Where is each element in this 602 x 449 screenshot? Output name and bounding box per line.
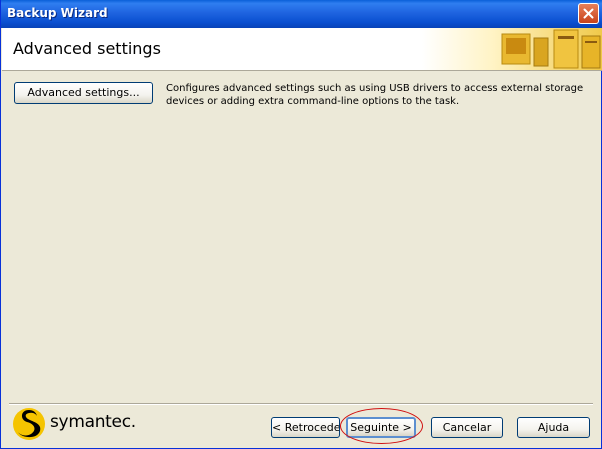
wizard-header: Advanced settings [2, 28, 602, 71]
help-button[interactable]: Ajuda [517, 417, 590, 438]
description-line-1: Configures advanced settings such as usi… [166, 83, 584, 94]
backup-wizard-window: Backup Wizard Advanced settings Advanced… [0, 0, 602, 449]
advanced-settings-description: Configures advanced settings such as usi… [166, 82, 591, 108]
description-line-2: devices or adding extra command-line opt… [166, 96, 460, 107]
computer-illustration-icon [472, 28, 602, 73]
footer-separator [9, 403, 593, 405]
symantec-logo-icon [11, 406, 47, 445]
cancel-button[interactable]: Cancelar [431, 417, 503, 438]
title-bar[interactable]: Backup Wizard [1, 0, 602, 28]
next-button[interactable]: Seguinte > [346, 417, 416, 438]
advanced-settings-button[interactable]: Advanced settings... [14, 82, 153, 104]
close-button[interactable] [578, 3, 599, 24]
back-button[interactable]: < Retroceder [271, 417, 340, 438]
window-title: Backup Wizard [7, 6, 108, 20]
symantec-logo-text: symantec. [50, 412, 136, 432]
page-title: Advanced settings [13, 39, 161, 58]
